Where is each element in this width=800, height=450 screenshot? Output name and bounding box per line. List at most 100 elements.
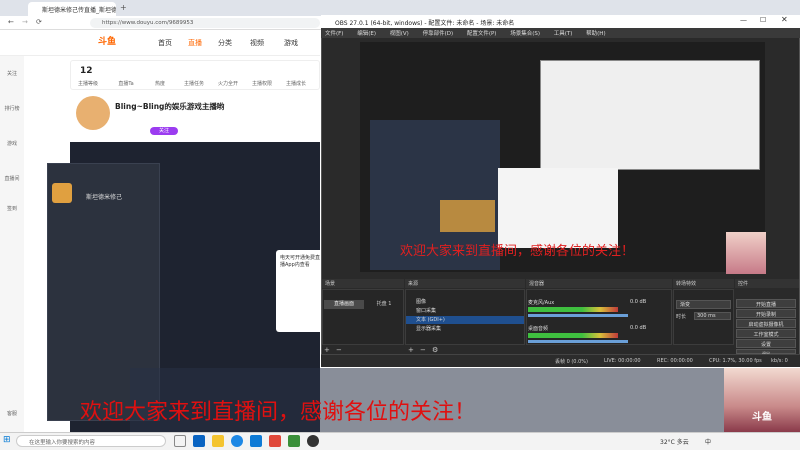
douyu-watermark: 斗鱼 [752, 412, 772, 423]
remove-source-icon[interactable]: − [420, 346, 426, 354]
menu-profile[interactable]: 配置文件(P) [467, 31, 497, 37]
obs-titlebar: OBS 27.0.1 (64-bit, windows) - 配置文件: 未命名… [321, 15, 800, 28]
streamer-avatar[interactable] [76, 96, 110, 130]
stat-label-live[interactable]: 直播Ta [110, 80, 142, 87]
douyu-logo[interactable]: 斗鱼 [98, 34, 138, 50]
nav-game[interactable]: 游戏 [284, 38, 298, 48]
source-image[interactable]: 图像 [406, 298, 524, 306]
menu-scene-collection[interactable]: 场景集合(S) [510, 31, 540, 37]
remove-scene-icon[interactable]: − [336, 346, 342, 354]
app-icon-red[interactable] [269, 435, 281, 447]
nav-category[interactable]: 分类 [218, 38, 232, 48]
studio-mode-button[interactable]: 工作室模式 [736, 329, 796, 338]
scene-item-tray[interactable]: 托盘 1 [366, 300, 402, 309]
window-close-icon[interactable]: ✕ [781, 15, 788, 24]
left-sidebar [0, 56, 24, 432]
sidebar-item-service[interactable]: 客服 [0, 410, 24, 417]
mixer-mic-db: 0.0 dB [630, 299, 647, 305]
transition-duration-label: 时长 [676, 314, 687, 320]
start-icon[interactable]: ⊞ [3, 435, 11, 445]
status-rec: REC: 00:00:00 [657, 358, 693, 364]
add-source-icon[interactable]: + [408, 346, 414, 354]
sidebar-item-rank[interactable]: 排行榜 [0, 105, 24, 112]
settings-button[interactable]: 设置 [736, 339, 796, 348]
virtual-camera-button[interactable]: 启动虚拟摄像机 [736, 319, 796, 328]
forward-icon[interactable]: → [22, 18, 28, 26]
status-kbps: kb/s: 0 [771, 358, 788, 364]
preview-game-banner [440, 200, 495, 232]
preview-nested-window [540, 60, 760, 170]
transitions-dock-title: 转场特效 [673, 279, 734, 288]
scene-item-live[interactable]: 直播画面 [324, 300, 364, 309]
status-dropped: 丢帧 0 (0.0%) [555, 359, 588, 365]
menu-file[interactable]: 文件(F) [325, 31, 343, 37]
source-text[interactable]: 文本 (GDI+) [406, 316, 524, 324]
app-icon-green[interactable] [288, 435, 300, 447]
menu-view[interactable]: 视图(V) [390, 31, 409, 37]
mixer-desktop-db: 0.0 dB [630, 325, 647, 331]
weather-tray[interactable]: 32°C 多云 [660, 437, 689, 446]
mixer-desktop-slider[interactable] [528, 340, 628, 343]
menu-help[interactable]: 帮助(H) [586, 31, 605, 37]
store-icon[interactable] [250, 435, 262, 447]
nav-home[interactable]: 首页 [158, 38, 172, 48]
back-icon[interactable]: ← [8, 18, 14, 26]
status-cpu: CPU: 1.7%, 30.00 fps [709, 358, 762, 364]
sources-dock-title: 来源 [405, 279, 525, 288]
task-view-icon[interactable] [174, 435, 186, 447]
obs-taskbar-icon[interactable] [307, 435, 319, 447]
obs-statusbar: 丢帧 0 (0.0%) LIVE: 00:00:00 REC: 00:00:00… [321, 354, 800, 367]
follow-button[interactable]: 关注 [150, 127, 178, 135]
window-maximize-icon[interactable]: ☐ [760, 16, 766, 24]
stat-label-permission[interactable]: 主播权限 [246, 80, 278, 87]
new-tab-icon[interactable]: + [120, 3, 127, 12]
stat-label-level: 主播等级 [77, 81, 98, 87]
menu-docks[interactable]: 停靠部件(D) [423, 31, 454, 37]
streamer-title: Bling~Bling的娱乐游戏主播哟 [115, 102, 225, 111]
sidebar-item-follow[interactable]: 关注 [0, 70, 24, 77]
nav-live[interactable]: 直播 [188, 38, 202, 48]
mixer-desktop-meter [528, 333, 618, 338]
mixer-desktop-label: 桌面音频 [528, 326, 549, 332]
transition-select[interactable]: 渐变 [676, 300, 731, 309]
browser-tab[interactable]: 斯坦德米修己传直播_斯坦德米修己... [28, 2, 116, 16]
stat-label-growth[interactable]: 主播成长 [280, 80, 312, 87]
address-input[interactable]: https://www.douyu.com/9689953 [90, 18, 320, 28]
taskbar-search-input[interactable]: 在这里输入你要搜索的内容 [16, 435, 166, 447]
nav-video[interactable]: 视频 [250, 38, 264, 48]
preview-person-image [726, 232, 766, 274]
reload-icon[interactable]: ⟳ [36, 18, 42, 26]
add-scene-icon[interactable]: + [324, 346, 330, 354]
ime-indicator[interactable]: 中 [705, 437, 711, 446]
obs-menubar: 文件(F) 编辑(E) 视图(V) 停靠部件(D) 配置文件(P) 场景集合(S… [321, 28, 800, 38]
anchor-level: 12 [80, 66, 93, 76]
mixer-mic-label: 麦克风/Aux [528, 300, 555, 306]
preview-nested-panel [498, 168, 618, 248]
app-download-popup[interactable]: 电天可开通免费直播App内查看 [276, 250, 324, 332]
mixer-mic-meter [528, 307, 618, 312]
stat-label-fire[interactable]: 火力全开 [212, 80, 244, 87]
scenes-dock-title: 场景 [322, 279, 404, 288]
menu-tools[interactable]: 工具(T) [554, 31, 573, 37]
file-explorer-icon[interactable] [212, 435, 224, 447]
start-streaming-button[interactable]: 开始直播 [736, 299, 796, 308]
mixer-mic-slider[interactable] [528, 314, 628, 317]
transition-duration-input[interactable]: 300 ms [694, 312, 731, 320]
scenes-dock [322, 289, 404, 345]
status-live: LIVE: 00:00:00 [604, 358, 641, 364]
start-recording-button[interactable]: 开始录制 [736, 309, 796, 318]
source-display-capture[interactable]: 显示器采集 [406, 325, 524, 333]
window-minimize-icon[interactable]: — [740, 16, 747, 24]
stat-label-heat[interactable]: 热度 [144, 80, 176, 87]
chat-avatar[interactable] [52, 183, 72, 203]
edge-icon[interactable] [193, 435, 205, 447]
source-settings-icon[interactable]: ⚙ [432, 346, 438, 354]
stat-label-task[interactable]: 主播任务 [178, 80, 210, 87]
menu-edit[interactable]: 编辑(E) [357, 31, 376, 37]
sidebar-item-room[interactable]: 直播间 [0, 175, 24, 182]
source-window-capture[interactable]: 窗口采集 [406, 307, 524, 315]
browser-icon[interactable] [231, 435, 243, 447]
mixer-dock-title: 混音器 [526, 279, 672, 288]
sidebar-item-game[interactable]: 游戏 [0, 140, 24, 147]
sidebar-item-checkin[interactable]: 签到 [0, 205, 24, 212]
